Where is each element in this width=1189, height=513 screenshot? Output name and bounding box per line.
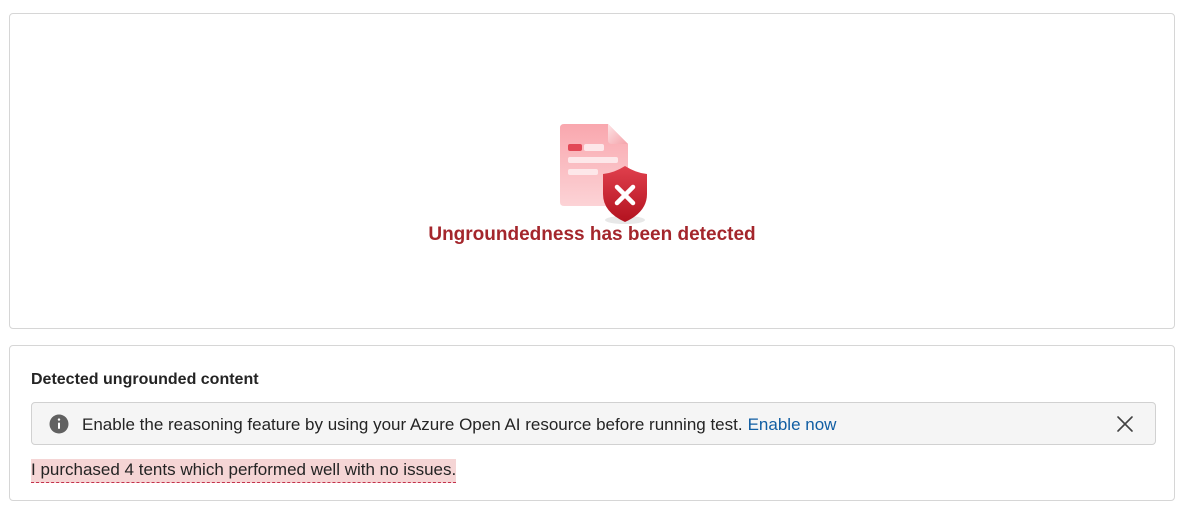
document-shield-x-icon [560,124,647,224]
close-icon[interactable] [1115,414,1135,434]
ungrounded-sentence: I purchased 4 tents which performed well… [31,459,457,483]
detection-result-card: Ungroundedness has been detected [9,13,1175,329]
info-message-bar: Enable the reasoning feature by using yo… [31,402,1156,445]
ungrounded-content-card: Detected ungrounded content Enable the r… [9,345,1175,501]
enable-now-link[interactable]: Enable now [748,415,837,434]
info-icon [49,414,69,434]
section-title: Detected ungrounded content [31,371,259,388]
info-message-text: Enable the reasoning feature by using yo… [82,415,743,434]
detection-result-title: Ungroundedness has been detected [428,224,756,245]
info-message: Enable the reasoning feature by using yo… [82,415,836,435]
